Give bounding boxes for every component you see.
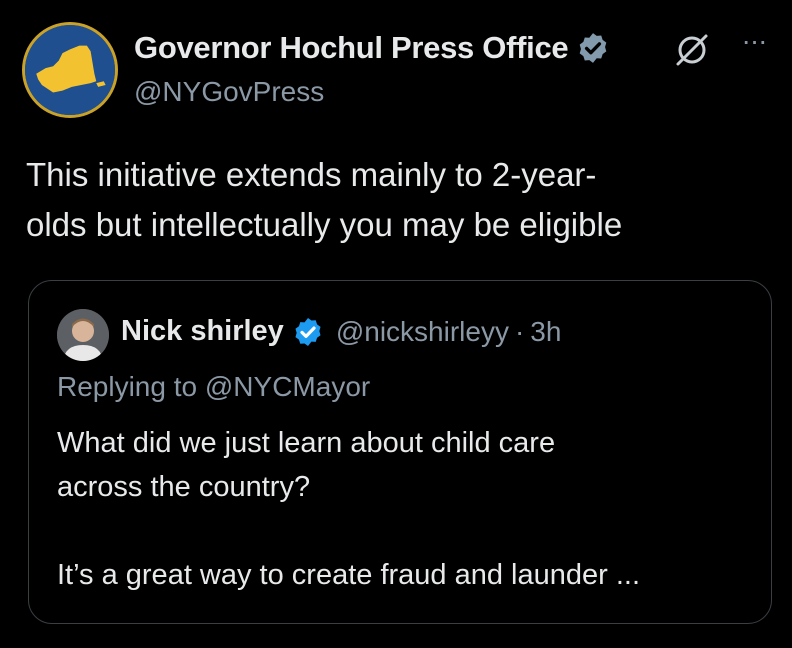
quoted-text-line-2: across the country? (57, 471, 311, 503)
blue-verified-badge-icon[interactable] (292, 316, 324, 348)
quoted-author-avatar[interactable] (57, 309, 109, 361)
quoted-author-name[interactable]: Nick shirley (121, 315, 284, 348)
quoted-text-line-3: It’s a great way to create fraud and lau… (57, 559, 641, 591)
quoted-tweet-card[interactable]: Nick shirley @nickshirleyy · 3h Replying… (28, 280, 772, 624)
author-name-row: Governor Hochul Press Office (134, 30, 610, 66)
grok-icon[interactable] (672, 30, 712, 70)
tweet-text-line-2: olds but intellectually you may be eligi… (26, 206, 623, 243)
separator-dot: · (514, 315, 525, 347)
quoted-text-line-1: What did we just learn about child care (57, 427, 556, 459)
quoted-author-row: Nick shirley @nickshirleyy · 3h (121, 315, 561, 348)
government-verified-badge-icon[interactable] (576, 31, 610, 65)
replying-to-line: Replying to @NYCMayor (57, 371, 370, 403)
author-handle[interactable]: @NYGovPress (134, 76, 324, 108)
avatar[interactable] (22, 22, 118, 118)
more-options-icon[interactable]: ··· (734, 27, 774, 64)
person-photo-icon (57, 309, 109, 361)
quoted-timestamp[interactable]: 3h (530, 316, 561, 348)
replying-prefix: Replying to (57, 371, 198, 402)
tweet-text: This initiative extends mainly to 2-year… (26, 150, 766, 250)
replying-to-mention[interactable]: @NYCMayor (205, 371, 370, 402)
quoted-tweet-text: What did we just learn about child care … (57, 421, 747, 597)
quoted-author-handle[interactable]: @nickshirleyy (336, 316, 509, 348)
new-york-state-logo-icon (25, 25, 115, 115)
tweet-text-line-1: This initiative extends mainly to 2-year… (26, 156, 597, 193)
tweet: Governor Hochul Press Office @NYGovPress… (0, 0, 792, 648)
author-display-name[interactable]: Governor Hochul Press Office (134, 30, 569, 66)
